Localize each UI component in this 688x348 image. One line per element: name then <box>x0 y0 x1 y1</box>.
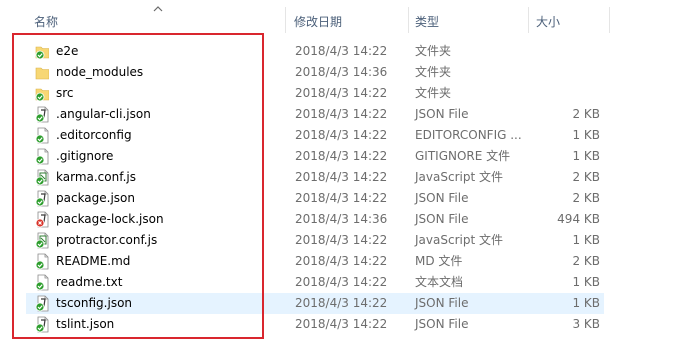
js-file-synced-icon <box>35 232 49 249</box>
file-name: tsconfig.json <box>56 296 133 310</box>
column-divider[interactable] <box>408 7 409 33</box>
file-size: 2 KB <box>572 107 600 121</box>
file-type: JSON File <box>415 107 469 121</box>
file-modified-date: 2018/4/3 14:36 <box>295 65 388 79</box>
file-type: JSON File <box>415 317 469 331</box>
file-modified-date: 2018/4/3 14:22 <box>295 296 388 310</box>
json-file-synced-icon <box>35 190 49 207</box>
file-modified-date: 2018/4/3 14:22 <box>295 44 388 58</box>
file-name: .editorconfig <box>56 128 132 142</box>
file-size: 1 KB <box>572 296 600 310</box>
file-type: 文本文档 <box>415 275 464 289</box>
file-modified-date: 2018/4/3 14:22 <box>295 191 388 205</box>
file-modified-date: 2018/4/3 14:22 <box>295 86 388 100</box>
file-name: node_modules <box>56 65 144 79</box>
file-type: JSON File <box>415 296 469 310</box>
file-size: 1 KB <box>572 233 600 247</box>
file-row[interactable]: protractor.conf.js 2018/4/3 14:22 JavaScri… <box>26 230 604 251</box>
js-file-synced-icon <box>35 169 49 186</box>
file-size: 2 KB <box>572 254 600 268</box>
file-type: JSON File <box>415 212 469 226</box>
chevron-up-icon[interactable] <box>153 4 163 15</box>
column-header-size[interactable]: 大小 <box>536 13 560 30</box>
file-modified-date: 2018/4/3 14:22 <box>295 128 388 142</box>
json-file-synced-icon <box>35 295 49 312</box>
file-type: 文件夹 <box>415 44 452 58</box>
file-type: GITIGNORE 文件 <box>415 149 511 163</box>
file-row[interactable]: e2e 2018/4/3 14:22 文件夹 <box>26 41 604 62</box>
file-size: 1 KB <box>572 128 600 142</box>
file-type: JSON File <box>415 191 469 205</box>
json-file-synced-icon <box>35 106 49 123</box>
file-row[interactable]: .editorconfig 2018/4/3 14:22 EDITORCONFIG … <box>26 125 604 146</box>
column-divider[interactable] <box>528 7 529 33</box>
file-synced-icon <box>35 274 49 291</box>
folder-synced-icon <box>35 43 50 60</box>
file-row[interactable]: package-lock.json 2018/4/3 14:36 JSON File… <box>26 209 604 230</box>
file-synced-icon <box>35 148 49 165</box>
file-name: package.json <box>56 191 136 205</box>
file-row[interactable]: tsconfig.json 2018/4/3 14:22 JSON File 1 KB <box>26 293 604 314</box>
file-name: readme.txt <box>56 275 123 289</box>
file-size: 494 KB <box>557 212 600 226</box>
file-row[interactable]: tslint.json 2018/4/3 14:22 JSON File 3 KB <box>26 314 604 335</box>
column-divider[interactable] <box>285 7 286 33</box>
file-type: 文件夹 <box>415 65 452 79</box>
file-synced-icon <box>35 253 49 270</box>
file-type: 文件夹 <box>415 86 452 100</box>
file-type: JavaScript 文件 <box>415 233 503 247</box>
file-name: tslint.json <box>56 317 115 331</box>
file-name: README.md <box>56 254 131 268</box>
file-modified-date: 2018/4/3 14:22 <box>295 107 388 121</box>
file-name: karma.conf.js <box>56 170 136 184</box>
file-row[interactable]: src 2018/4/3 14:22 文件夹 <box>26 83 604 104</box>
column-header-name[interactable]: 名称 <box>34 13 58 30</box>
file-size: 1 KB <box>572 275 600 289</box>
file-row[interactable]: readme.txt 2018/4/3 14:22 文本文档 1 KB <box>26 272 604 293</box>
file-size: 2 KB <box>572 191 600 205</box>
file-name: package-lock.json <box>56 212 164 226</box>
folder-synced-icon <box>35 85 50 102</box>
file-synced-icon <box>35 127 49 144</box>
file-row[interactable]: .gitignore 2018/4/3 14:22 GITIGNORE 文件 1 KB <box>26 146 604 167</box>
file-modified-date: 2018/4/3 14:22 <box>295 233 388 247</box>
file-modified-date: 2018/4/3 14:36 <box>295 212 388 226</box>
file-modified-date: 2018/4/3 14:22 <box>295 275 388 289</box>
file-type: JavaScript 文件 <box>415 170 503 184</box>
column-divider[interactable] <box>609 7 610 33</box>
file-name: .angular-cli.json <box>56 107 151 121</box>
file-row[interactable]: .angular-cli.json 2018/4/3 14:22 JSON File… <box>26 104 604 125</box>
column-header-bar: 名称 修改日期 类型 大小 <box>0 0 688 33</box>
json-file-modified-icon <box>35 211 49 228</box>
file-size: 1 KB <box>572 149 600 163</box>
column-header-date[interactable]: 修改日期 <box>294 13 342 30</box>
file-row[interactable]: node_modules 2018/4/3 14:36 文件夹 <box>26 62 604 83</box>
file-name: e2e <box>56 44 79 58</box>
file-modified-date: 2018/4/3 14:22 <box>295 149 388 163</box>
column-header-type[interactable]: 类型 <box>415 13 439 30</box>
file-row[interactable]: karma.conf.js 2018/4/3 14:22 JavaScript 文件… <box>26 167 604 188</box>
file-name: protractor.conf.js <box>56 233 158 247</box>
file-type: EDITORCONFIG ... <box>415 128 522 142</box>
file-name: src <box>56 86 74 100</box>
file-size: 3 KB <box>572 317 600 331</box>
file-type: MD 文件 <box>415 254 463 268</box>
json-file-synced-icon <box>35 316 49 333</box>
file-row[interactable]: package.json 2018/4/3 14:22 JSON File 2 KB <box>26 188 604 209</box>
file-name: .gitignore <box>56 149 114 163</box>
folder-icon <box>35 64 50 81</box>
file-modified-date: 2018/4/3 14:22 <box>295 317 388 331</box>
file-modified-date: 2018/4/3 14:22 <box>295 254 388 268</box>
file-size: 2 KB <box>572 170 600 184</box>
file-modified-date: 2018/4/3 14:22 <box>295 170 388 184</box>
file-row[interactable]: README.md 2018/4/3 14:22 MD 文件 2 KB <box>26 251 604 272</box>
